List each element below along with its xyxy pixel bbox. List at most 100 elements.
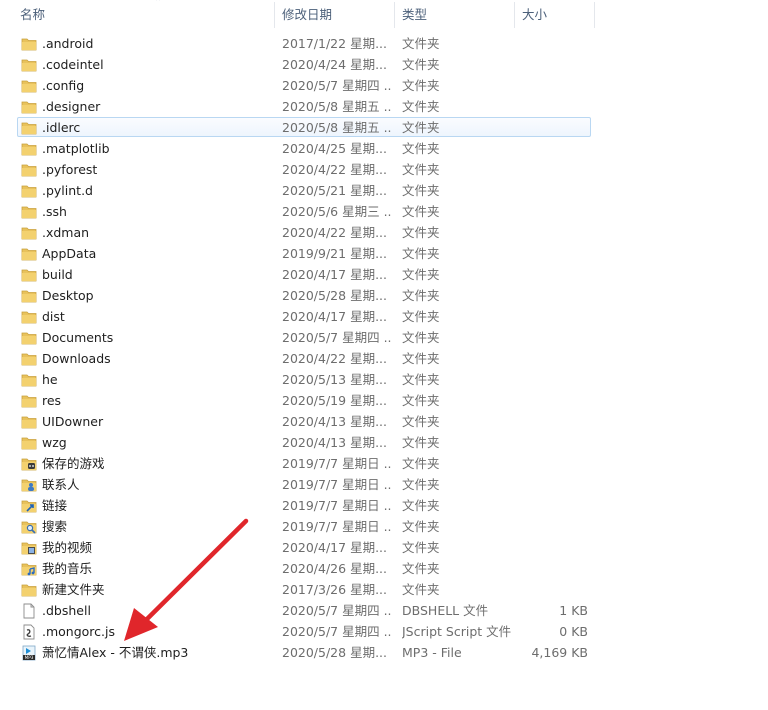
file-name: .pylint.d <box>42 183 93 198</box>
music-folder-icon <box>21 561 37 576</box>
column-header-size[interactable]: 大小 <box>516 0 594 30</box>
file-name: .designer <box>42 99 101 114</box>
column-divider[interactable] <box>394 2 395 28</box>
file-modified-date: 2020/4/17 星期... <box>282 309 387 324</box>
file-modified-date: 2020/5/8 星期五 ... <box>282 99 392 114</box>
file-size: 0 KB <box>559 624 588 639</box>
file-name: .ssh <box>42 204 67 219</box>
folder-icon <box>21 99 37 114</box>
file-row[interactable]: he 2020/5/13 星期... 文件夹 <box>0 369 768 390</box>
file-type: 文件夹 <box>402 36 440 51</box>
file-modified-date: 2020/4/13 星期... <box>282 414 387 429</box>
file-size: 4,169 KB <box>531 645 588 660</box>
file-row[interactable]: wzg 2020/4/13 星期... 文件夹 <box>0 432 768 453</box>
file-modified-date: 2019/7/7 星期日 ... <box>282 519 392 534</box>
file-row[interactable]: build 2020/4/17 星期... 文件夹 <box>0 264 768 285</box>
column-divider[interactable] <box>514 2 515 28</box>
links-icon <box>21 498 37 513</box>
file-row[interactable]: MP3 萧忆情Alex - 不谓侠.mp3 2020/5/28 星期... MP3 -… <box>0 642 768 663</box>
file-row[interactable]: .ssh 2020/5/6 星期三 ... 文件夹 <box>0 201 768 222</box>
file-row[interactable]: .idlerc 2020/5/8 星期五 ... 文件夹 <box>0 117 768 138</box>
file-row[interactable]: Downloads 2020/4/22 星期... 文件夹 <box>0 348 768 369</box>
file-row[interactable]: 我的音乐 2020/4/26 星期... 文件夹 <box>0 558 768 579</box>
file-type: 文件夹 <box>402 582 440 597</box>
file-row[interactable]: 链接 2019/7/7 星期日 ... 文件夹 <box>0 495 768 516</box>
file-modified-date: 2020/4/17 星期... <box>282 267 387 282</box>
folder-icon <box>21 141 37 156</box>
column-header-size-label: 大小 <box>522 7 548 22</box>
file-name: 我的音乐 <box>42 561 93 576</box>
file-modified-date: 2017/1/22 星期... <box>282 36 387 51</box>
file-row[interactable]: dist 2020/4/17 星期... 文件夹 <box>0 306 768 327</box>
file-type: MP3 - File <box>402 645 462 660</box>
file-modified-date: 2017/3/26 星期... <box>282 582 387 597</box>
file-modified-date: 2019/7/7 星期日 ... <box>282 456 392 471</box>
file-modified-date: 2020/5/28 星期... <box>282 645 387 660</box>
file-type: 文件夹 <box>402 393 440 408</box>
file-type: 文件夹 <box>402 246 440 261</box>
folder-icon <box>21 414 37 429</box>
file-type: 文件夹 <box>402 99 440 114</box>
file-row[interactable]: .android 2017/1/22 星期... 文件夹 <box>0 33 768 54</box>
file-icon <box>21 603 37 619</box>
file-name: .xdman <box>42 225 90 240</box>
file-row[interactable]: .designer 2020/5/8 星期五 ... 文件夹 <box>0 96 768 117</box>
file-modified-date: 2020/5/21 星期... <box>282 183 387 198</box>
column-header-date-label: 修改日期 <box>282 7 333 22</box>
file-name: .android <box>42 36 94 51</box>
folder-icon <box>21 435 37 450</box>
file-row[interactable]: AppData 2019/9/21 星期... 文件夹 <box>0 243 768 264</box>
folder-icon <box>21 36 37 51</box>
file-type: 文件夹 <box>402 141 440 156</box>
file-name: .config <box>42 78 85 93</box>
file-row[interactable]: 新建文件夹 2017/3/26 星期... 文件夹 <box>0 579 768 600</box>
file-modified-date: 2020/5/7 星期四 ... <box>282 330 392 345</box>
file-modified-date: 2020/4/26 星期... <box>282 561 387 576</box>
file-name: UIDowner <box>42 414 104 429</box>
column-header-name[interactable]: 名称 ⌃ <box>14 0 274 30</box>
column-divider[interactable] <box>274 2 275 28</box>
file-modified-date: 2020/5/6 星期三 ... <box>282 204 392 219</box>
file-modified-date: 2020/5/13 星期... <box>282 372 387 387</box>
file-modified-date: 2020/4/17 星期... <box>282 540 387 555</box>
column-header-bar: 名称 ⌃ 修改日期 类型 大小 <box>0 0 768 30</box>
file-row[interactable]: .mongorc.js 2020/5/7 星期四 ... JScript Scrip… <box>0 621 768 642</box>
file-row[interactable]: .xdman 2020/4/22 星期... 文件夹 <box>0 222 768 243</box>
folder-icon <box>21 57 37 72</box>
file-name: 联系人 <box>42 477 80 492</box>
file-name: Documents <box>42 330 114 345</box>
file-modified-date: 2020/5/19 星期... <box>282 393 387 408</box>
file-modified-date: 2020/5/7 星期四 ... <box>282 624 392 639</box>
file-name: dist <box>42 309 65 324</box>
file-type: 文件夹 <box>402 267 440 282</box>
column-header-date[interactable]: 修改日期 <box>276 0 394 30</box>
file-name: 保存的游戏 <box>42 456 105 471</box>
file-row[interactable]: 联系人 2019/7/7 星期日 ... 文件夹 <box>0 474 768 495</box>
file-row[interactable]: UIDowner 2020/4/13 星期... 文件夹 <box>0 411 768 432</box>
file-row[interactable]: Desktop 2020/5/28 星期... 文件夹 <box>0 285 768 306</box>
file-name: 搜索 <box>42 519 68 534</box>
file-row[interactable]: .codeintel 2020/4/24 星期... 文件夹 <box>0 54 768 75</box>
file-row[interactable]: 我的视频 2020/4/17 星期... 文件夹 <box>0 537 768 558</box>
file-size: 1 KB <box>559 603 588 618</box>
folder-icon <box>21 393 37 408</box>
mp3-file-icon: MP3 <box>21 645 37 661</box>
file-name: .matplotlib <box>42 141 110 156</box>
file-row[interactable]: .dbshell 2020/5/7 星期四 ... DBSHELL 文件 1 KB <box>0 600 768 621</box>
file-row[interactable]: .config 2020/5/7 星期四 ... 文件夹 <box>0 75 768 96</box>
file-row[interactable]: .matplotlib 2020/4/25 星期... 文件夹 <box>0 138 768 159</box>
file-row[interactable]: 保存的游戏 2019/7/7 星期日 ... 文件夹 <box>0 453 768 474</box>
file-type: JScript Script 文件 <box>402 624 512 639</box>
contacts-icon <box>21 477 37 492</box>
folder-icon <box>21 330 37 345</box>
file-row[interactable]: 搜索 2019/7/7 星期日 ... 文件夹 <box>0 516 768 537</box>
file-row[interactable]: Documents 2020/5/7 星期四 ... 文件夹 <box>0 327 768 348</box>
file-row[interactable]: .pyforest 2020/4/22 星期... 文件夹 <box>0 159 768 180</box>
file-row[interactable]: res 2020/5/19 星期... 文件夹 <box>0 390 768 411</box>
file-type: 文件夹 <box>402 498 440 513</box>
column-header-type[interactable]: 类型 <box>396 0 514 30</box>
file-row[interactable]: .pylint.d 2020/5/21 星期... 文件夹 <box>0 180 768 201</box>
column-divider[interactable] <box>594 2 595 28</box>
folder-icon <box>21 246 37 261</box>
folder-icon <box>21 204 37 219</box>
